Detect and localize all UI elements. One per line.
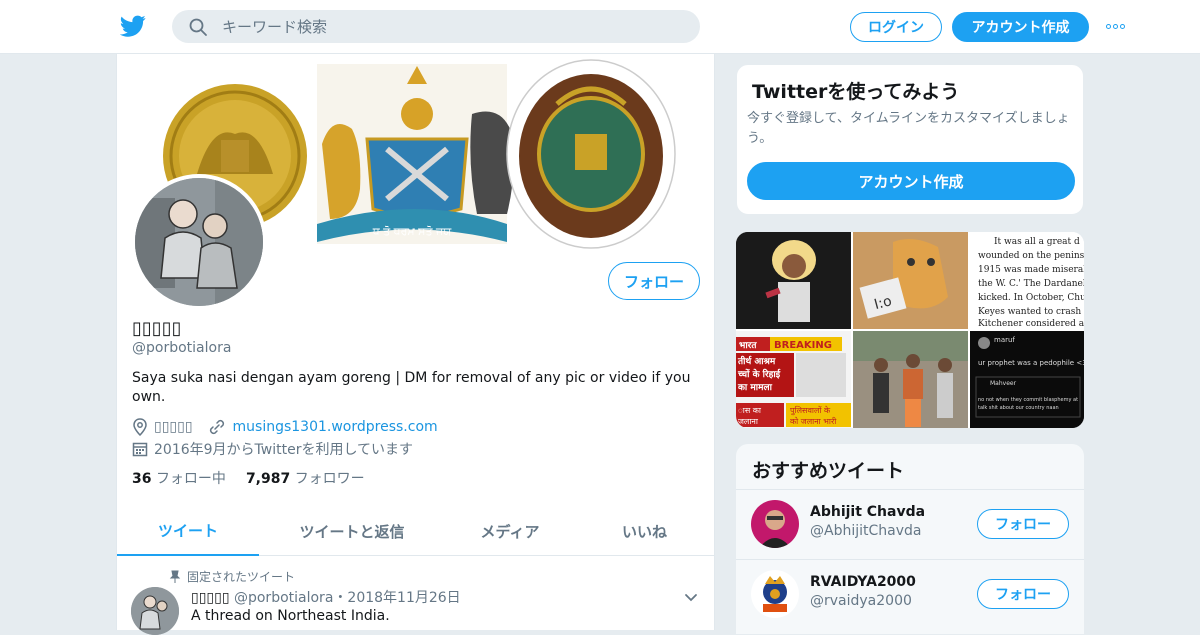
profile-joined-row: 2016年9月からTwitterを利用しています (132, 439, 413, 459)
profile-joined-date: 2016年9月からTwitterを利用しています (154, 442, 414, 458)
profile-handle[interactable]: @porbotialora (132, 340, 231, 356)
profile-website-link[interactable]: musings1301.wordpress.com (233, 419, 438, 435)
location-pin-icon (133, 418, 147, 436)
profile-name: ▯▯▯▯▯ (132, 318, 182, 339)
media-thumb-3-line-5: kicked. In October, Church (978, 293, 1084, 303)
recommended-user-name[interactable]: Abhijit Chavda (810, 504, 925, 520)
search-icon (189, 18, 207, 36)
profile-bio: Saya suka nasi dengan ayam goreng | DM f… (132, 370, 691, 405)
media-thumb-3-line-1: It was all a great d (994, 237, 1080, 247)
follow-button[interactable]: フォロー (977, 579, 1069, 609)
tweet-header: ▯▯▯▯▯ @porbotialora・2018年11月26日 (191, 587, 461, 607)
pinned-label: 固定されたツイート (187, 570, 296, 584)
media-thumb-6-line-1: maruf (994, 336, 1015, 344)
signup-card-button[interactable]: アカウント作成 (747, 162, 1075, 200)
search-box[interactable] (172, 10, 700, 43)
media-thumb-1[interactable] (736, 232, 851, 329)
list-item[interactable]: Abhijit Chavda @AbhijitChavda フォロー (736, 489, 1084, 559)
twitter-bird-icon[interactable] (120, 13, 146, 39)
tweet-author-handle[interactable]: @porbotialora (234, 590, 333, 606)
tweet-avatar[interactable] (131, 587, 179, 635)
profile-column: ਧ ਤੋ ਧਰਮ ਸਤੋ ਜਯ フォロー ▯▯▯▯▯ @porbotialora… (116, 54, 715, 635)
signup-card-title: Twitterを使ってみよう (752, 81, 960, 103)
recommended-user-name[interactable]: RVAIDYA2000 (810, 574, 916, 590)
media-thumb-4-line-2: च्चों के रिहाई (737, 368, 781, 380)
media-thumb-6[interactable]: maruf ur prophet was a pedophile <3 Mahv… (970, 331, 1084, 428)
profile-location: ▯▯▯▯▯ (154, 419, 193, 435)
media-thumb-3-line-6: Keyes wanted to crash (978, 307, 1081, 317)
following-count-link[interactable]: 36 フォロー中 (132, 468, 226, 488)
recommended-title: おすすめツイート (752, 460, 905, 482)
tab-likes[interactable]: いいね (575, 506, 714, 556)
tweet-text: A thread on Northeast India. (191, 608, 390, 624)
media-thumb-4-line-1: तीर्थ आश्रम (737, 355, 776, 367)
profile-tabs: ツイート ツイートと返信 メディア いいね (117, 506, 714, 556)
tab-media[interactable]: メディア (445, 506, 575, 556)
followers-count-link[interactable]: 7,987 フォロワー (246, 468, 365, 488)
more-options-icon[interactable] (1106, 18, 1130, 34)
signup-button[interactable]: アカウント作成 (952, 12, 1089, 42)
media-thumb-3-line-7: Kitchener considered att (978, 319, 1084, 329)
media-thumb-4-prefix: भारत (739, 341, 757, 351)
recommended-user-handle[interactable]: @AbhijitChavda (810, 523, 921, 539)
profile-meta-row: ▯▯▯▯▯ musings1301.wordpress.com (132, 418, 438, 436)
media-thumb-4-bottom-2: जलाना (738, 417, 759, 426)
recommended-accounts-card: おすすめツイート Abhijit Chavda @AbhijitChavda フ… (736, 444, 1084, 634)
media-thumb-6-line-4: no not when they commit blasphemy at (978, 397, 1078, 403)
top-navigation-bar: ログイン アカウント作成 (0, 0, 1200, 54)
media-thumb-4-line-3: का मामला (737, 383, 773, 393)
link-icon (209, 419, 224, 435)
signup-card: Twitterを使ってみよう 今すぐ登録して、タイムラインをカスタマイズしましょ… (736, 64, 1084, 215)
banner-motto-text: ਧ ਤੋ ਧਰਮ ਸਤੋ ਜਯ (372, 225, 452, 238)
list-item[interactable]: RVAIDYA2000 @rvaidya2000 フォロー (736, 559, 1084, 629)
recommended-user-handle[interactable]: @rvaidya2000 (810, 593, 912, 609)
follow-counts: 36 フォロー中 7,987 フォロワー (132, 468, 365, 488)
media-thumb-2[interactable]: I:o (853, 232, 968, 329)
media-thumb-4[interactable]: भारत BREAKING तीर्थ आश्रम च्चों के रिहाई… (736, 331, 851, 428)
tweet-author-name[interactable]: ▯▯▯▯▯ (191, 590, 230, 606)
tab-tweets[interactable]: ツイート (117, 506, 259, 556)
media-thumb-4-bottom-1: ास का (738, 406, 762, 415)
media-thumb-6-line-5: talk shit about our country naan (978, 405, 1059, 411)
tab-tweets-and-replies[interactable]: ツイートと返信 (259, 506, 445, 556)
media-thumb-3-line-2: wounded on the peninsu (978, 251, 1084, 261)
media-thumb-5[interactable] (853, 331, 968, 428)
login-button[interactable]: ログイン (850, 12, 942, 42)
media-thumb-3[interactable]: It was all a great d wounded on the peni… (970, 232, 1084, 329)
profile-avatar[interactable] (131, 174, 267, 310)
signup-card-description: 今すぐ登録して、タイムラインをカスタマイズしましょう。 (747, 111, 1070, 146)
avatar[interactable] (751, 570, 799, 618)
follow-button[interactable]: フォロー (977, 509, 1069, 539)
follow-button[interactable]: フォロー (608, 262, 700, 300)
media-thumb-3-line-4: the W. C.' The Dardanelle (978, 279, 1084, 289)
tweet-date[interactable]: ・2018年11月26日 (333, 590, 460, 606)
media-grid: I:o It was all a great d wounded on the … (736, 232, 1084, 428)
calendar-icon (132, 442, 148, 457)
media-thumb-6-line-3: Mahveer (990, 380, 1017, 387)
pinned-indicator: 固定されたツイート (169, 568, 295, 585)
media-thumb-4-breaking: BREAKING (774, 340, 832, 351)
avatar[interactable] (751, 500, 799, 548)
pin-icon (169, 570, 181, 583)
media-thumb-4-bottom-3: पुलिसवालों के (790, 405, 831, 416)
media-thumb-6-line-2: ur prophet was a pedophile <3 (978, 359, 1084, 367)
media-thumb-4-bottom-4: को जलाना भारी (790, 416, 837, 426)
chevron-down-icon[interactable] (683, 590, 699, 606)
search-input[interactable] (222, 10, 682, 43)
media-thumb-3-line-3: 1915 was made miserab (978, 265, 1084, 275)
